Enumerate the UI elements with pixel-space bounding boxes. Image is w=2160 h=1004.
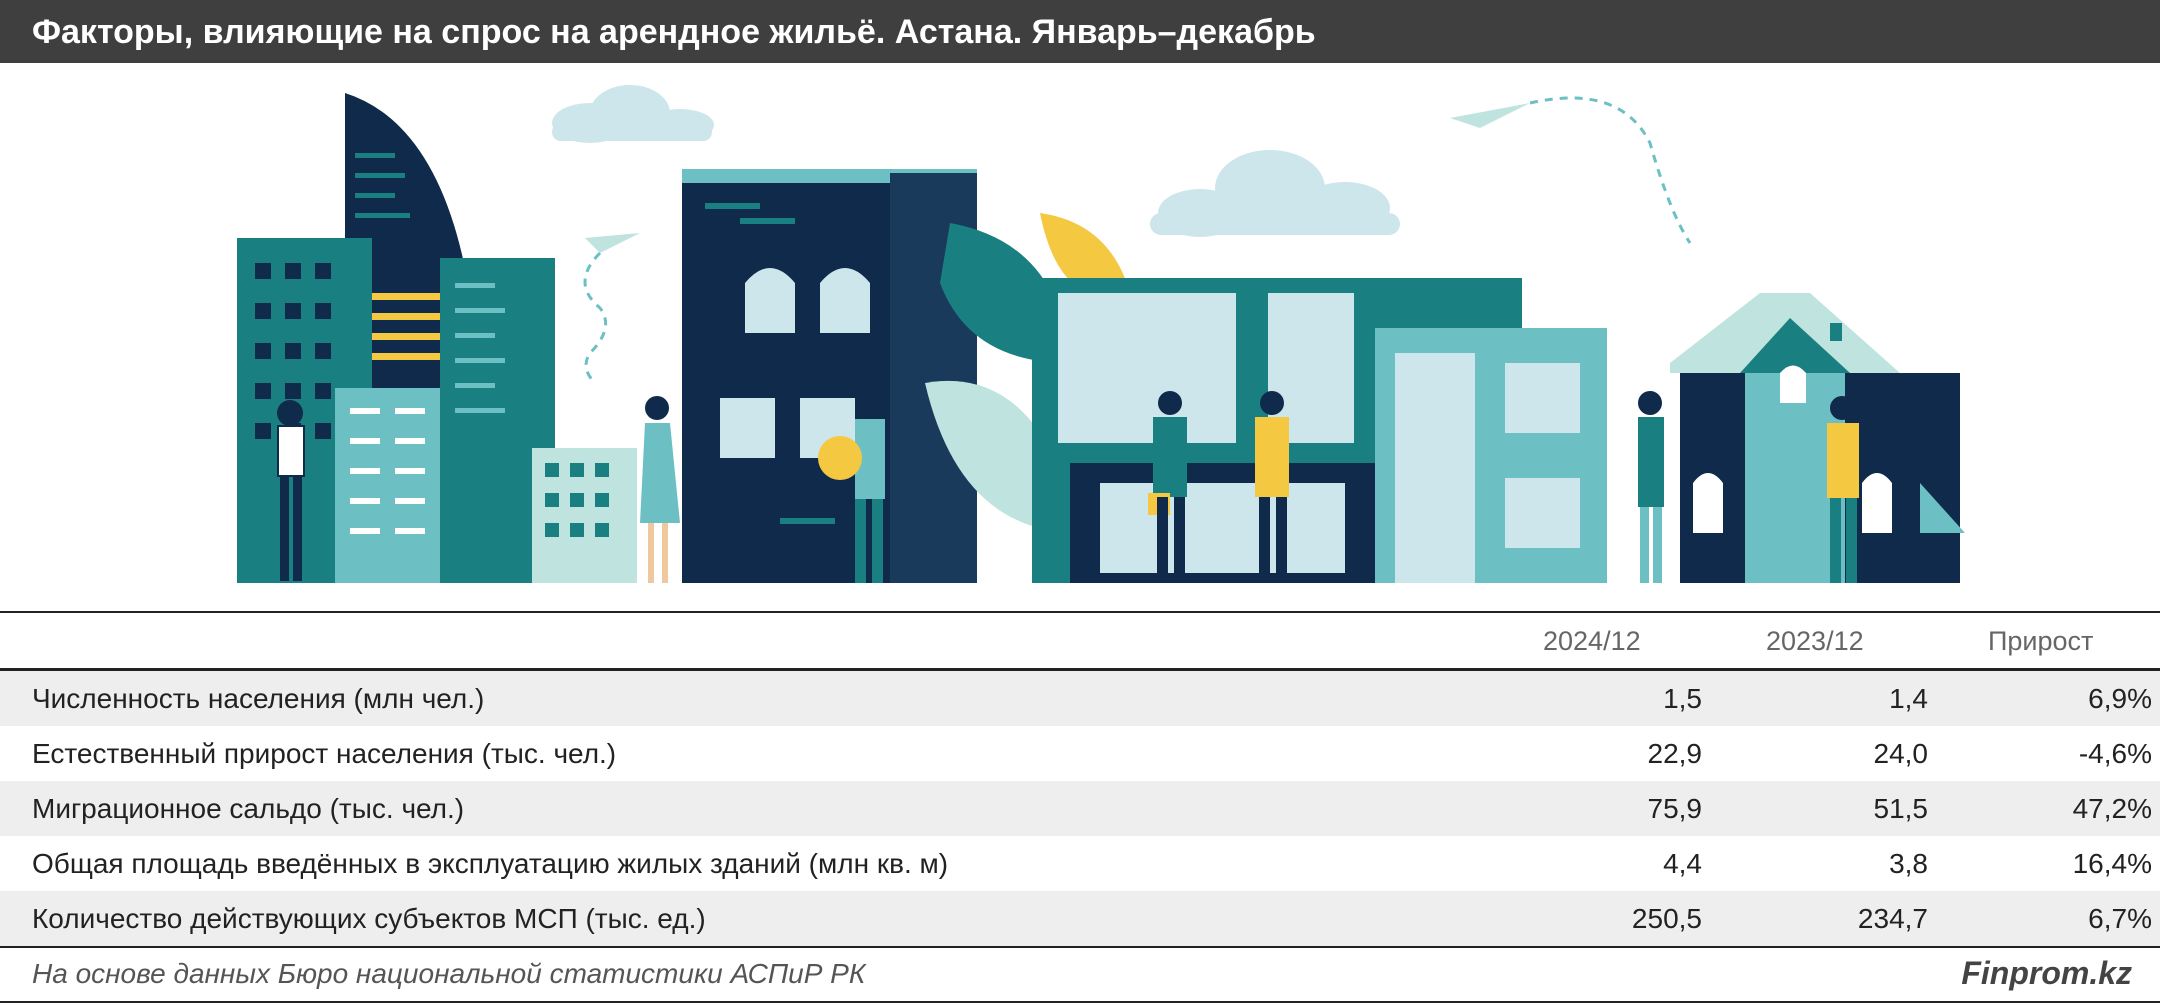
value-2024: 1,5 bbox=[1663, 683, 1702, 714]
house bbox=[1670, 293, 1965, 583]
value-growth: 16,4% bbox=[2072, 848, 2152, 879]
row-label: Естественный прирост населения (тыс. чел… bbox=[32, 738, 617, 769]
table-row: Общая площадь введённых в эксплуатацию ж… bbox=[0, 836, 2160, 891]
table-top-rule bbox=[0, 611, 2160, 613]
value-2023: 51,5 bbox=[1873, 793, 1929, 824]
brand-logo: Finprom.kz bbox=[1961, 955, 2132, 991]
cloud-left bbox=[552, 85, 714, 143]
table-row: Количество действующих субъектов МСП (ты… bbox=[0, 891, 2160, 946]
column-header-2024: 2024/12 bbox=[1543, 626, 1641, 656]
value-2023: 1,4 bbox=[1889, 683, 1928, 714]
cloud-right bbox=[1150, 150, 1400, 237]
source-note: На основе данных Бюро национальной стати… bbox=[32, 958, 866, 989]
value-growth: 6,9% bbox=[2088, 683, 2152, 714]
row-label: Количество действующих субъектов МСП (ты… bbox=[32, 903, 706, 934]
row-label: Численность населения (млн чел.) bbox=[32, 683, 485, 714]
page-title: Факторы, влияющие на спрос на арендное ж… bbox=[32, 13, 1316, 51]
table-row: Естественный прирост населения (тыс. чел… bbox=[0, 726, 2160, 781]
paper-plane-left-icon bbox=[583, 233, 640, 385]
city-illustration-svg bbox=[237, 85, 1965, 583]
central-navy-building bbox=[682, 169, 977, 583]
footer-bottom-rule bbox=[0, 1001, 2160, 1003]
value-growth: 6,7% bbox=[2088, 903, 2152, 934]
footer: На основе данных Бюро национальной стати… bbox=[0, 947, 2160, 1004]
light-building bbox=[335, 388, 450, 583]
value-2024: 75,9 bbox=[1647, 793, 1703, 824]
city-illustration bbox=[0, 63, 2160, 611]
column-header-growth: Прирост bbox=[1988, 626, 2094, 656]
person-woman-right bbox=[1638, 391, 1664, 583]
title-bar: Факторы, влияющие на спрос на арендное ж… bbox=[0, 0, 2160, 63]
small-mint-building bbox=[532, 448, 637, 583]
value-growth: 47,2% bbox=[2072, 793, 2152, 824]
value-2023: 3,8 bbox=[1889, 848, 1928, 879]
shop-building bbox=[1032, 278, 1607, 583]
row-label: Миграционное сальдо (тыс. чел.) bbox=[32, 793, 465, 824]
table-row: Численность населения (млн чел.) 1,5 1,4… bbox=[0, 671, 2160, 726]
table-row: Миграционное сальдо (тыс. чел.) 75,9 51,… bbox=[0, 781, 2160, 836]
value-2023: 24,0 bbox=[1873, 738, 1929, 769]
paper-plane-right-icon bbox=[1450, 96, 1692, 244]
value-2023: 234,7 bbox=[1857, 903, 1928, 934]
person-woman-left bbox=[640, 396, 680, 583]
column-header-2023: 2023/12 bbox=[1766, 626, 1864, 656]
value-2024: 4,4 bbox=[1663, 848, 1702, 879]
row-label: Общая площадь введённых в эксплуатацию ж… bbox=[32, 848, 949, 879]
value-growth: -4,6% bbox=[2078, 738, 2152, 769]
value-2024: 22,9 bbox=[1647, 738, 1703, 769]
value-2024: 250,5 bbox=[1631, 903, 1702, 934]
